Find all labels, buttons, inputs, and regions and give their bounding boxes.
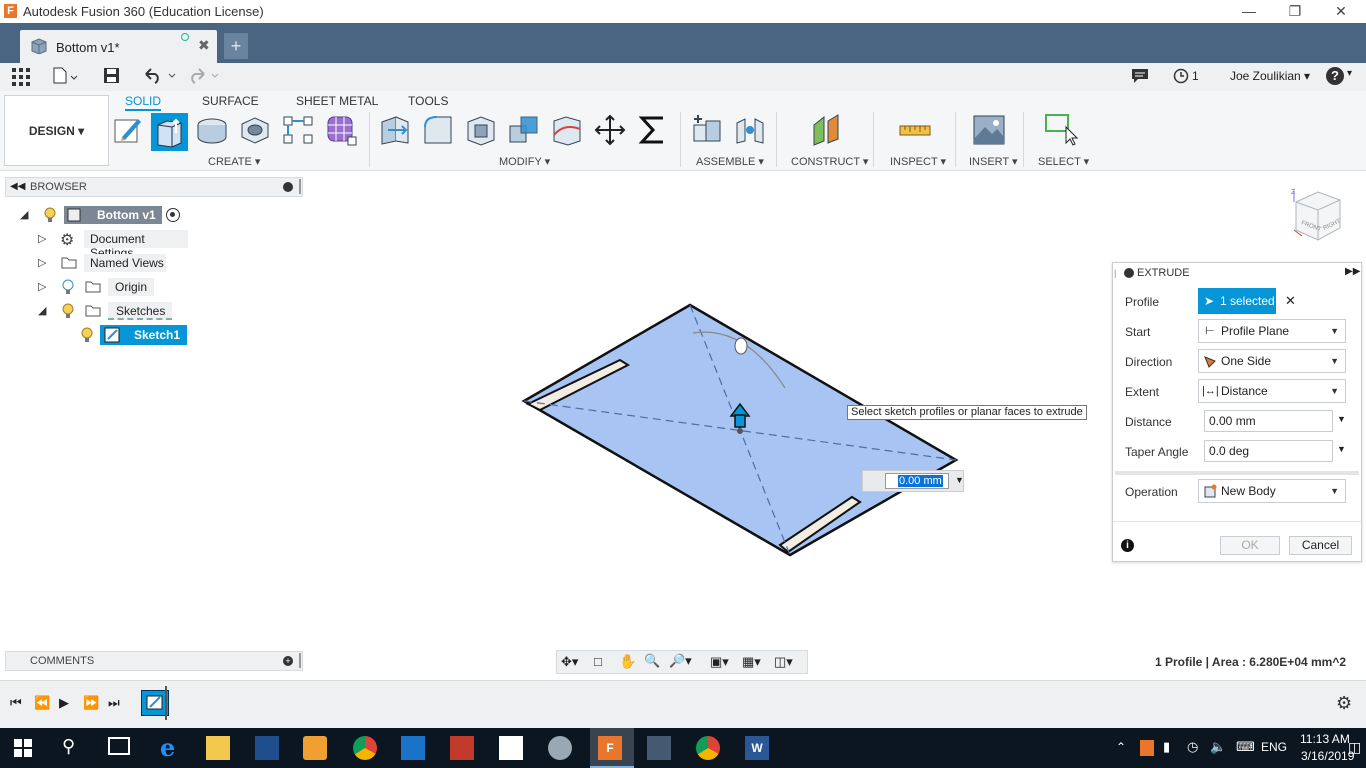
navigation-bar: ✥▾ □ ✋ 🔍 🔎▾ ▣▾ ▦▾ ◫▾ [556, 650, 808, 674]
start-value: Profile Plane [1221, 324, 1290, 338]
one-side-icon [1204, 356, 1216, 368]
viewports-icon[interactable]: ◫▾ [774, 654, 793, 670]
dropdown-arrow-icon: ▼ [1330, 386, 1339, 396]
direction-label: Direction [1125, 355, 1173, 369]
dropdown-arrow-icon: ▼ [1330, 326, 1339, 336]
comments-title: COMMENTS [30, 655, 95, 667]
store-icon[interactable] [401, 736, 425, 760]
timeline-settings-gear-icon[interactable]: ⚙ [1336, 693, 1352, 714]
chrome-icon[interactable] [353, 736, 377, 760]
comments-pin-icon[interactable] [299, 653, 301, 668]
profile-selection-value: 1 selected [1220, 294, 1275, 308]
clock-time[interactable]: 11:13 AM [1300, 732, 1350, 746]
section-divider [1115, 471, 1359, 475]
profile-label: Profile [1125, 295, 1160, 309]
dropdown-arrow-icon: ▼ [1330, 486, 1339, 496]
viewport-tooltip: Select sketch profiles or planar faces t… [847, 405, 1087, 420]
timeline-bar [0, 680, 1366, 728]
distance-extent-icon: |↔| [1202, 385, 1219, 397]
pan-hand-icon[interactable]: ✋ [619, 653, 636, 670]
show-hidden-icons[interactable]: ⌃ [1116, 740, 1126, 754]
comments-panel-header: COMMENTS + [5, 651, 303, 671]
clock-date[interactable]: 3/16/2019 [1301, 749, 1354, 763]
add-comment-icon[interactable]: + [283, 656, 293, 666]
clear-selection-icon[interactable]: ✕ [1285, 293, 1296, 309]
snipping-tool-icon[interactable] [548, 736, 572, 760]
fusion-tray-icon[interactable] [1140, 740, 1154, 756]
drag-handle-icon[interactable]: | [1114, 268, 1116, 278]
distance-label: Distance [1125, 415, 1172, 429]
go-to-start-icon[interactable]: ⏮ [10, 695, 22, 711]
chrome-icon[interactable] [696, 736, 720, 760]
calculator-icon[interactable] [499, 736, 523, 760]
dialog-minimize-icon[interactable] [1124, 268, 1134, 278]
wifi-icon[interactable]: ◷ [1187, 739, 1198, 755]
zoom-icon[interactable]: 🔍 [644, 653, 660, 669]
ok-button[interactable]: OK [1220, 536, 1280, 555]
info-icon[interactable]: i [1121, 539, 1134, 552]
expand-dialog-icon[interactable]: ▶▶ [1345, 266, 1360, 277]
extent-label: Extent [1125, 385, 1160, 399]
dialog-title: EXTRUDE [1137, 267, 1190, 279]
sketch-icon [146, 695, 163, 710]
cancel-button[interactable]: Cancel [1289, 536, 1352, 555]
extent-dropdown[interactable]: |↔| Distance ▼ [1198, 379, 1346, 403]
search-icon[interactable]: ⚲ [62, 736, 75, 757]
pdf-app-icon[interactable] [450, 736, 474, 760]
timeline-marker[interactable] [165, 686, 167, 720]
operation-value: New Body [1221, 484, 1276, 498]
language-indicator[interactable]: ENG [1261, 740, 1287, 754]
distance-input[interactable]: 0.00 mm [1204, 410, 1333, 432]
extrude-dialog: | EXTRUDE ▶▶ Profile ➤ 1 selected ✕ Star… [1112, 262, 1362, 562]
distance-manipulator-input[interactable]: 0.00 mm [885, 473, 949, 489]
photos-icon[interactable] [647, 736, 671, 760]
start-dropdown[interactable]: ⊢ Profile Plane ▼ [1198, 319, 1346, 343]
edge-browser-icon[interactable]: e [160, 733, 175, 762]
go-to-end-icon[interactable]: ⏭ [108, 695, 120, 711]
battery-icon[interactable]: ▮ [1163, 739, 1170, 755]
tasks-app-icon[interactable] [255, 736, 279, 760]
dropdown-arrow-icon[interactable]: ▼ [955, 475, 964, 485]
notifications-icon[interactable]: ◫ [1348, 739, 1361, 756]
media-player-icon[interactable] [303, 736, 327, 760]
selection-status: 1 Profile | Area : 6.280E+04 mm^2 [1155, 655, 1347, 669]
viewcube[interactable]: Z FRONT RIGHT [1288, 186, 1350, 246]
distance-manipulator-value: 0.00 mm [898, 475, 943, 487]
taper-dropdown-icon[interactable]: ▼ [1337, 444, 1346, 454]
keyboard-icon[interactable]: ⌨ [1236, 739, 1255, 755]
direction-dropdown[interactable]: One Side ▼ [1198, 349, 1346, 373]
distance-dropdown-icon[interactable]: ▼ [1337, 414, 1346, 424]
display-settings-icon[interactable]: ▣▾ [710, 654, 729, 670]
direction-value: One Side [1221, 354, 1272, 368]
operation-label: Operation [1125, 485, 1178, 499]
look-at-icon[interactable]: □ [594, 654, 602, 669]
step-back-icon[interactable]: ⏪ [34, 695, 50, 711]
new-body-icon [1204, 484, 1217, 498]
word-icon[interactable]: W [745, 736, 769, 760]
volume-icon[interactable]: 🔈 [1210, 739, 1226, 755]
taper-manipulator-icon [734, 337, 748, 355]
cursor-arrow-icon: ➤ [1204, 294, 1215, 308]
taper-angle-label: Taper Angle [1125, 445, 1189, 459]
file-explorer-icon[interactable] [206, 736, 230, 760]
play-icon[interactable]: ▶ [59, 695, 69, 711]
footer-divider [1113, 521, 1361, 522]
orbit-icon[interactable]: ✥▾ [561, 654, 578, 670]
distance-manipulator: 0.00 mm ▼ [862, 470, 964, 492]
taper-angle-input[interactable]: 0.0 deg [1204, 440, 1333, 462]
svg-text:Z: Z [1291, 189, 1296, 196]
dropdown-arrow-icon: ▼ [1330, 356, 1339, 366]
extent-value: Distance [1221, 384, 1268, 398]
fit-icon[interactable]: 🔎▾ [669, 653, 692, 669]
fusion-taskbar-icon: F [598, 736, 622, 760]
step-forward-icon[interactable]: ⏩ [83, 695, 99, 711]
profile-plane-icon: ⊢ [1205, 325, 1215, 337]
task-view-icon[interactable] [108, 737, 130, 755]
profile-selection-button[interactable]: ➤ 1 selected [1198, 288, 1276, 314]
windows-taskbar [0, 728, 1366, 768]
operation-dropdown[interactable]: New Body ▼ [1198, 479, 1346, 503]
start-label: Start [1125, 325, 1151, 339]
windows-start-icon[interactable] [14, 739, 32, 757]
grid-settings-icon[interactable]: ▦▾ [742, 654, 761, 670]
